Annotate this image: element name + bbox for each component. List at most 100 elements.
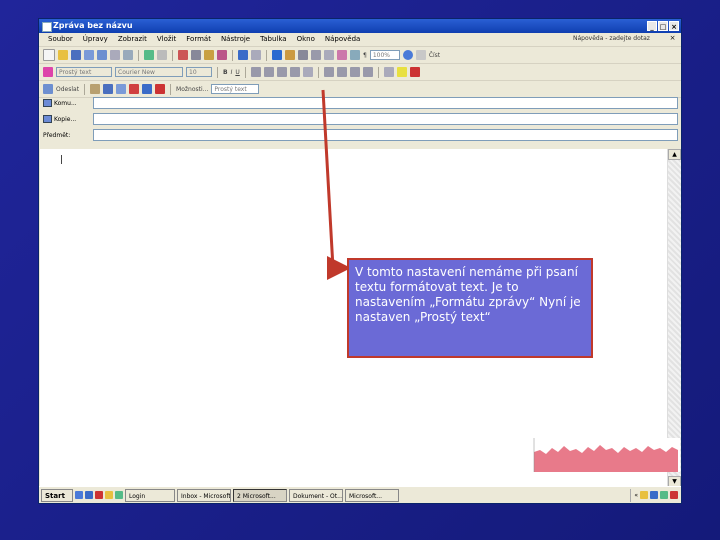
options-button[interactable]: Možnosti... (176, 86, 208, 93)
menu-tabulka[interactable]: Tabulka (255, 33, 291, 46)
align-right-icon[interactable] (276, 67, 287, 77)
document-map-icon[interactable] (350, 50, 360, 60)
tables-borders-icon[interactable] (285, 50, 295, 60)
save-icon[interactable] (71, 50, 81, 60)
task-document[interactable]: Dokument - Ot... (289, 488, 343, 502)
minimize-button[interactable]: _ (647, 21, 657, 31)
maximize-button[interactable]: □ (658, 21, 668, 31)
style-select[interactable]: Prostý text (56, 67, 112, 77)
read-button[interactable]: Číst (429, 52, 440, 59)
send-icon[interactable] (43, 84, 53, 94)
subject-field[interactable] (93, 129, 678, 141)
menu-vlozit[interactable]: Vložit (152, 33, 181, 46)
show-hide-icon[interactable]: ¶ (363, 52, 367, 59)
task-login[interactable]: Login (125, 488, 175, 502)
quicklaunch-ie-icon[interactable] (75, 491, 83, 499)
task-microsoft[interactable]: Microsoft... (345, 488, 399, 502)
document-close-icon[interactable]: × (668, 34, 677, 43)
toolbar-separator (377, 66, 379, 78)
spelling-icon[interactable] (144, 50, 154, 60)
menu-nastroje[interactable]: Nástroje (216, 33, 255, 46)
decrease-indent-icon[interactable] (349, 67, 360, 77)
menu-zobrazit[interactable]: Zobrazit (113, 33, 152, 46)
open-icon[interactable] (58, 50, 68, 60)
subject-row: Předmět: (39, 127, 681, 143)
cc-field[interactable] (93, 113, 678, 125)
zoom-select[interactable]: 100% (369, 50, 400, 60)
menu-soubor[interactable]: Soubor (43, 33, 78, 46)
cut-icon[interactable] (178, 50, 188, 60)
increase-indent-icon[interactable] (362, 67, 373, 77)
window-title: Zpráva bez názvu (53, 21, 133, 30)
address-book-icon[interactable] (103, 84, 114, 94)
line-spacing-icon[interactable] (302, 67, 313, 77)
numbering-icon[interactable] (323, 67, 334, 77)
importance-high-icon[interactable] (129, 84, 140, 94)
permission-icon[interactable] (84, 50, 94, 60)
insert-table-icon[interactable] (298, 50, 308, 60)
message-format-select[interactable]: Prostý text (211, 84, 260, 94)
to-field[interactable] (93, 97, 678, 109)
scroll-up-arrow-icon[interactable]: ▲ (668, 149, 681, 160)
print-preview-icon[interactable] (123, 50, 133, 60)
quicklaunch-desktop-icon[interactable] (85, 491, 93, 499)
font-color-icon[interactable] (409, 67, 420, 77)
toolbar-separator (172, 49, 173, 61)
task-word-active[interactable]: 2 Microsoft... (233, 488, 287, 502)
format-painter-icon[interactable] (217, 50, 227, 60)
tray-network-icon[interactable] (640, 491, 648, 499)
italic-button[interactable]: I (231, 69, 233, 76)
font-size-select[interactable]: 10 (186, 67, 212, 77)
vertical-scrollbar[interactable]: ▲ ▼ (667, 149, 681, 487)
undo-icon[interactable] (238, 50, 248, 60)
check-names-icon[interactable] (116, 84, 127, 94)
font-select[interactable]: Courier New (115, 67, 183, 77)
quicklaunch-media-icon[interactable] (95, 491, 103, 499)
justify-icon[interactable] (289, 67, 300, 77)
redo-icon[interactable] (251, 50, 261, 60)
menu-bar: Soubor Úpravy Zobrazit Vložit Formát Nás… (39, 33, 681, 47)
research-icon[interactable] (157, 50, 167, 60)
new-icon[interactable] (43, 49, 55, 61)
to-button[interactable]: Komu... (39, 97, 93, 110)
menu-format[interactable]: Formát (181, 33, 216, 46)
menu-okno[interactable]: Okno (292, 33, 320, 46)
styles-icon[interactable] (43, 67, 53, 77)
hyperlink-icon[interactable] (272, 50, 282, 60)
align-center-icon[interactable] (263, 67, 274, 77)
tray-alert-icon[interactable] (670, 491, 678, 499)
send-button[interactable]: Odeslat (56, 86, 79, 93)
drawing-icon[interactable] (337, 50, 347, 60)
tray-security-icon[interactable] (660, 491, 668, 499)
highlight-icon[interactable] (396, 67, 407, 77)
quicklaunch-folder-icon[interactable] (105, 491, 113, 499)
bold-button[interactable]: B (223, 69, 228, 76)
underline-button[interactable]: U (235, 69, 239, 76)
excel-icon[interactable] (311, 50, 321, 60)
columns-icon[interactable] (324, 50, 334, 60)
tray-expand-button[interactable]: « (634, 492, 638, 499)
toolbar-separator (317, 66, 319, 78)
read-mode-icon[interactable] (415, 50, 426, 60)
help-icon[interactable] (402, 50, 413, 60)
tray-volume-icon[interactable] (650, 491, 658, 499)
close-button[interactable]: × (669, 21, 679, 31)
copy-icon[interactable] (191, 50, 201, 60)
menu-upravy[interactable]: Úpravy (78, 33, 113, 46)
quicklaunch-app-icon[interactable] (115, 491, 123, 499)
title-bar[interactable]: Zpráva bez názvu _ □ × (39, 19, 681, 33)
align-left-icon[interactable] (250, 67, 261, 77)
menu-napoveda[interactable]: Nápověda (320, 33, 365, 46)
print-icon[interactable] (110, 50, 120, 60)
help-query-box[interactable]: Nápověda - zadejte dotaz (573, 34, 663, 44)
task-inbox[interactable]: Inbox - Microsoft... (177, 488, 231, 502)
bullets-icon[interactable] (336, 67, 347, 77)
border-icon[interactable] (383, 67, 394, 77)
flag-icon[interactable] (155, 84, 166, 94)
attach-icon[interactable] (90, 84, 101, 94)
start-button[interactable]: Start (41, 488, 73, 502)
email-icon[interactable] (97, 50, 107, 60)
paste-icon[interactable] (204, 50, 214, 60)
cc-button[interactable]: Kopie... (39, 113, 93, 126)
importance-low-icon[interactable] (142, 84, 153, 94)
